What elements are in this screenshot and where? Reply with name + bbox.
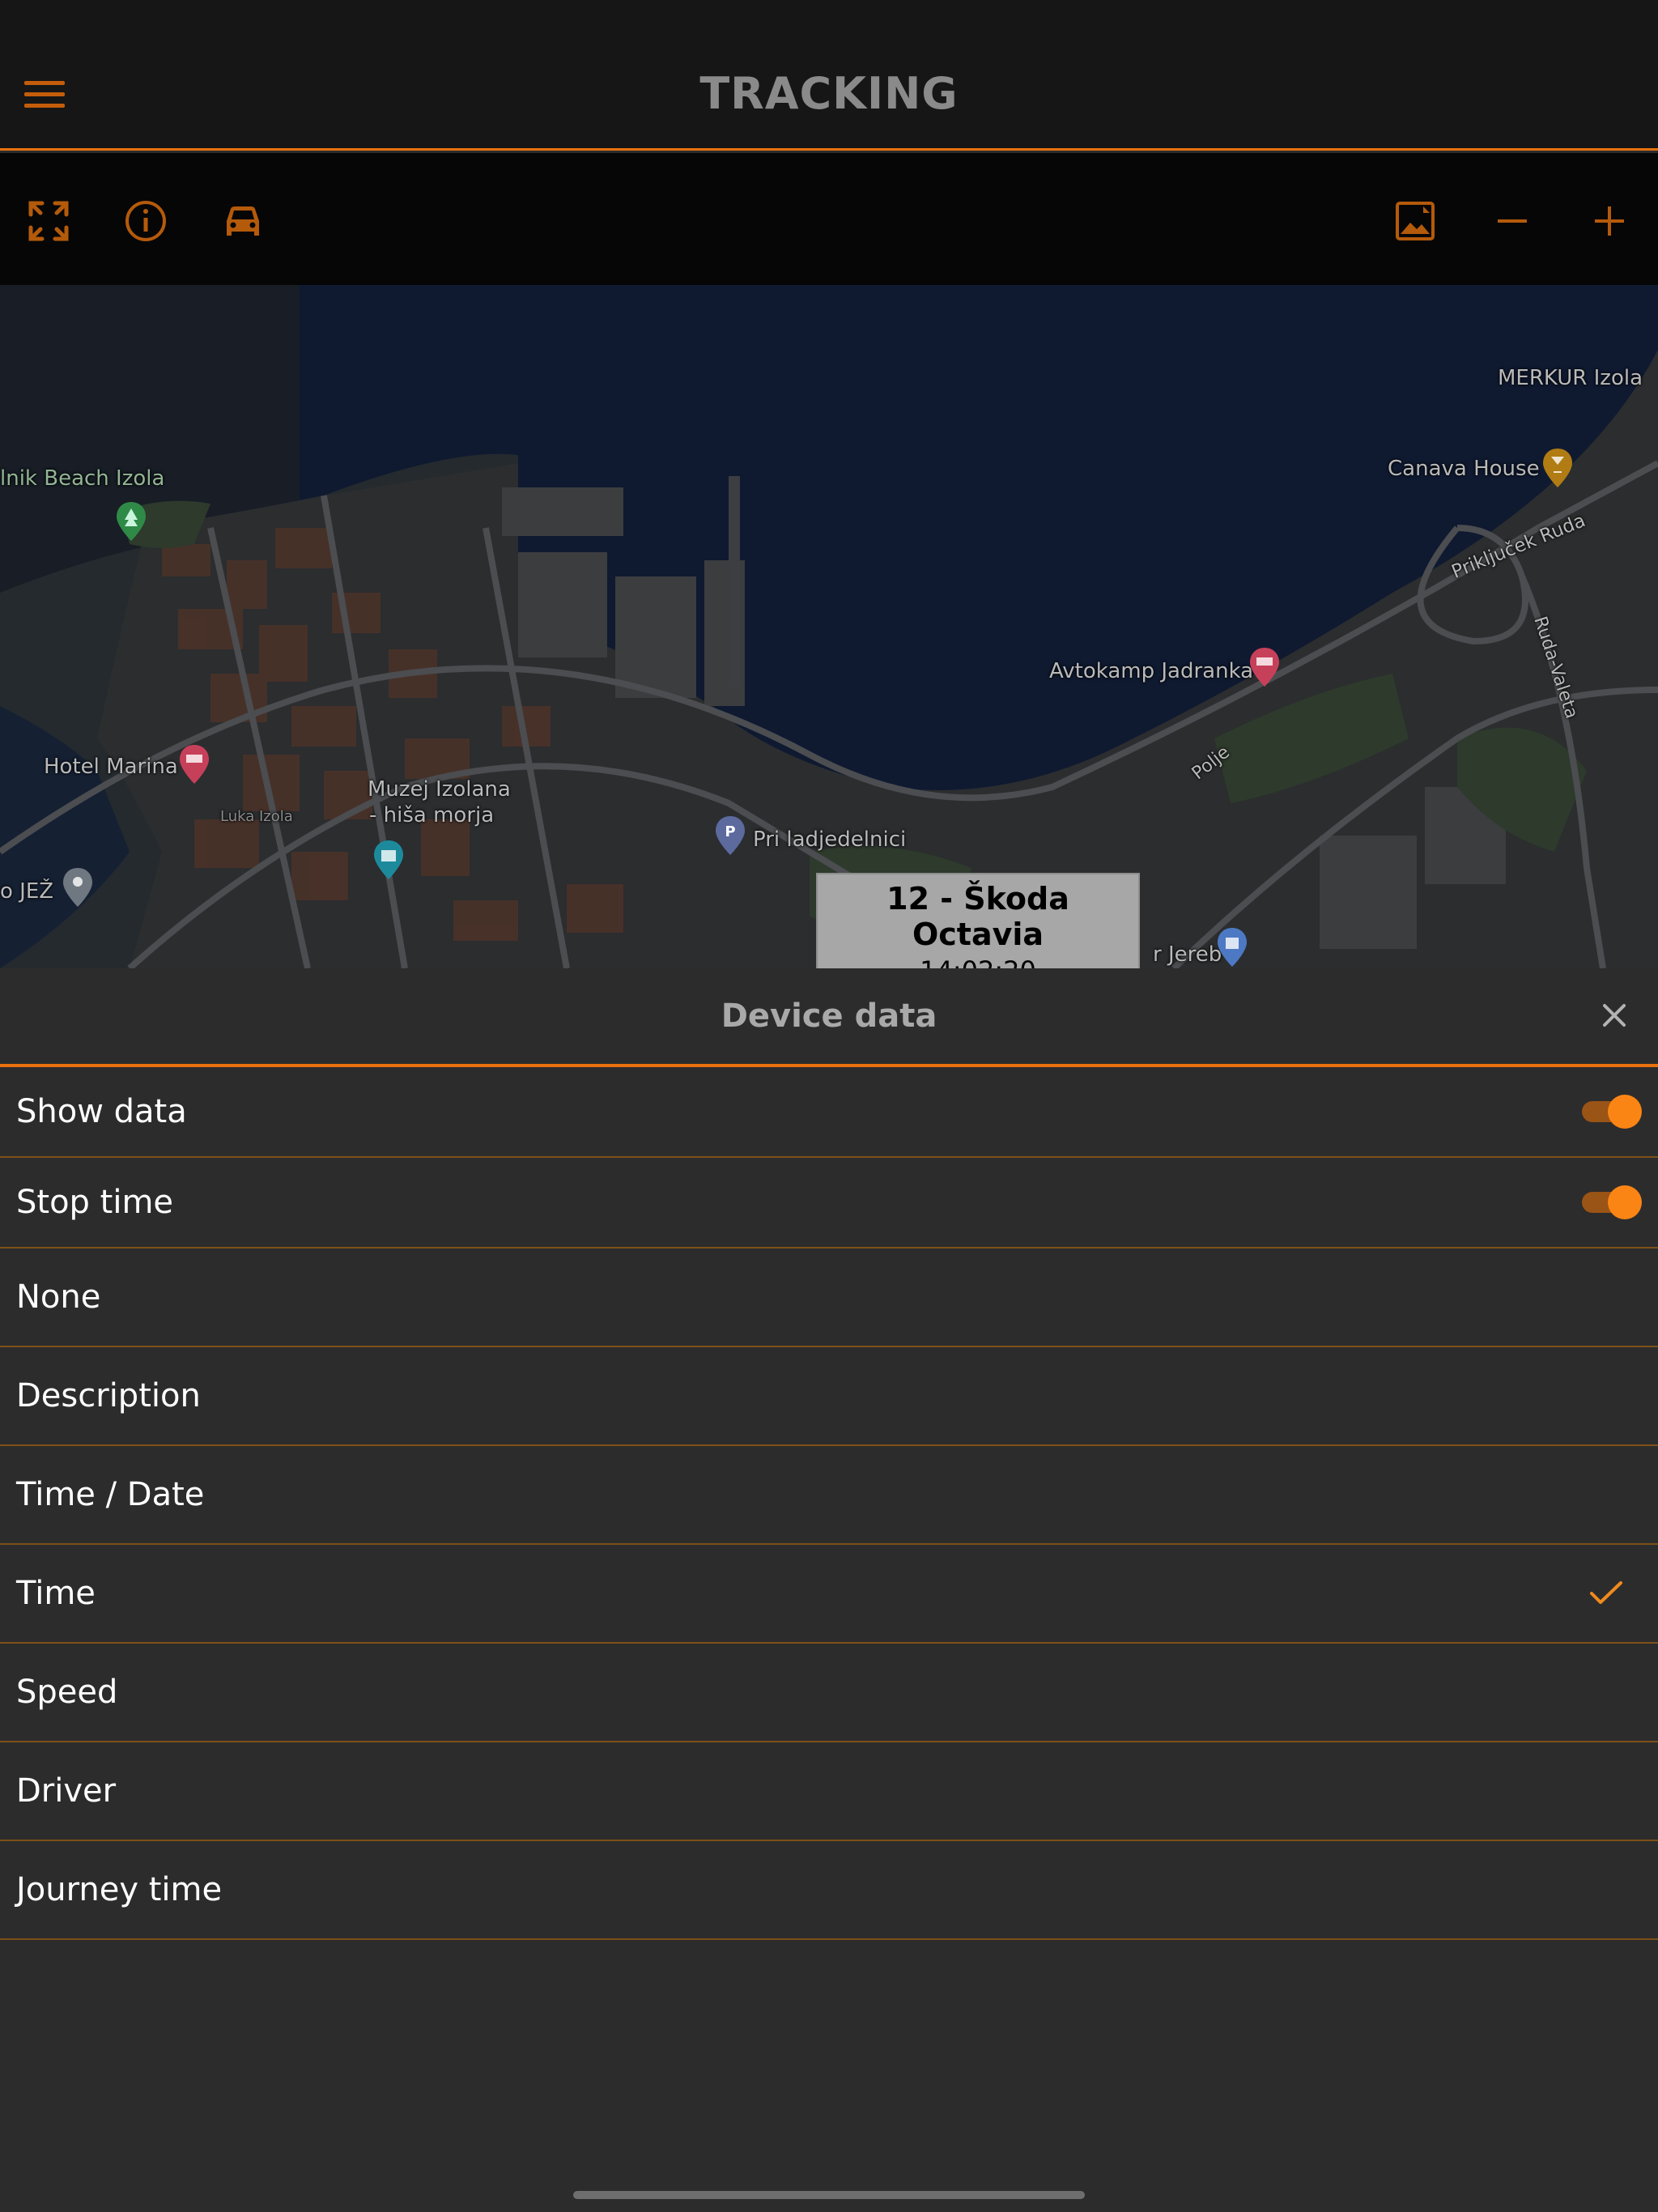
map-label-pri-ladjedelnici: Pri ladjedelnici	[753, 827, 907, 852]
option-label: Time / Date	[16, 1476, 205, 1513]
map-label-hotel-marina: Hotel Marina	[44, 755, 178, 779]
option-label: Speed	[16, 1674, 118, 1711]
map-background	[0, 285, 1658, 968]
museum-pin-icon[interactable]	[372, 839, 405, 881]
option-label: Journey time	[16, 1871, 223, 1908]
sheet-title: Device data	[721, 998, 937, 1035]
stop-time-toggle[interactable]	[1582, 1185, 1642, 1220]
option-description[interactable]: Description	[0, 1347, 1658, 1446]
map-label-beach: lnik Beach Izola	[0, 466, 165, 491]
stop-time-row[interactable]: Stop time	[0, 1158, 1658, 1249]
shop-pin-icon[interactable]	[1216, 926, 1248, 968]
show-data-toggle[interactable]	[1582, 1094, 1642, 1129]
parking-pin-icon[interactable]: P	[714, 815, 746, 857]
map-label-luka: Luka Izola	[220, 808, 293, 825]
app-header: TRACKING	[0, 0, 1658, 151]
map-label-jereb: r Jereb	[1153, 942, 1222, 967]
car-icon[interactable]	[219, 197, 267, 245]
home-indicator	[573, 2191, 1085, 2199]
map-label-muzej-2: - hiša morja	[369, 803, 495, 827]
device-data-sheet-header: Device data	[0, 968, 1658, 1067]
map-label-merkur: MERKUR Izola	[1498, 366, 1643, 390]
zoom-out-icon[interactable]	[1488, 197, 1537, 245]
bar-pin-icon[interactable]	[1541, 447, 1574, 489]
map-view[interactable]: lnik Beach Izola MERKUR Izola Canava Hou…	[0, 285, 1658, 968]
option-label: None	[16, 1278, 101, 1316]
checkmark-icon	[1590, 1581, 1622, 1604]
close-icon[interactable]	[1598, 999, 1630, 1032]
option-driver[interactable]: Driver	[0, 1742, 1658, 1841]
map-label-muzej-1: Muzej Izolana	[368, 777, 511, 802]
option-label: Time	[16, 1575, 96, 1612]
fullscreen-icon[interactable]	[24, 197, 73, 245]
info-icon[interactable]	[121, 197, 170, 245]
option-time[interactable]: Time	[0, 1545, 1658, 1644]
option-time-date[interactable]: Time / Date	[0, 1446, 1658, 1545]
map-label-jez: o JEŽ	[0, 879, 54, 904]
map-label-canava: Canava House	[1388, 457, 1540, 481]
map-toolbar	[0, 153, 1658, 285]
option-speed[interactable]: Speed	[0, 1644, 1658, 1742]
map-layer-icon[interactable]	[1391, 197, 1439, 245]
map-label-avtokamp: Avtokamp Jadranka	[1049, 659, 1254, 683]
show-data-row[interactable]: Show data	[0, 1067, 1658, 1158]
option-label: Driver	[16, 1772, 117, 1810]
vehicle-time: 14:02:20	[818, 955, 1138, 968]
option-journey-time[interactable]: Journey time	[0, 1841, 1658, 1940]
option-none[interactable]: None	[0, 1249, 1658, 1347]
hotel-pin-icon[interactable]	[178, 743, 210, 785]
page-title: TRACKING	[699, 68, 959, 119]
device-data-list: Show data Stop time None Description Tim…	[0, 1067, 1658, 1940]
vehicle-info-popup[interactable]: 12 - Škoda Octavia 14:02:20	[816, 873, 1140, 968]
park-pin-icon[interactable]	[115, 500, 147, 542]
vehicle-name: 12 - Škoda Octavia	[886, 881, 1069, 952]
show-data-label: Show data	[16, 1093, 187, 1130]
option-label: Description	[16, 1377, 201, 1414]
stop-time-label: Stop time	[16, 1184, 174, 1221]
hotel-pin-icon[interactable]	[1248, 646, 1281, 688]
zoom-in-icon[interactable]	[1585, 197, 1634, 245]
svg-text:P: P	[725, 823, 735, 840]
location-pin-icon[interactable]	[62, 866, 94, 908]
